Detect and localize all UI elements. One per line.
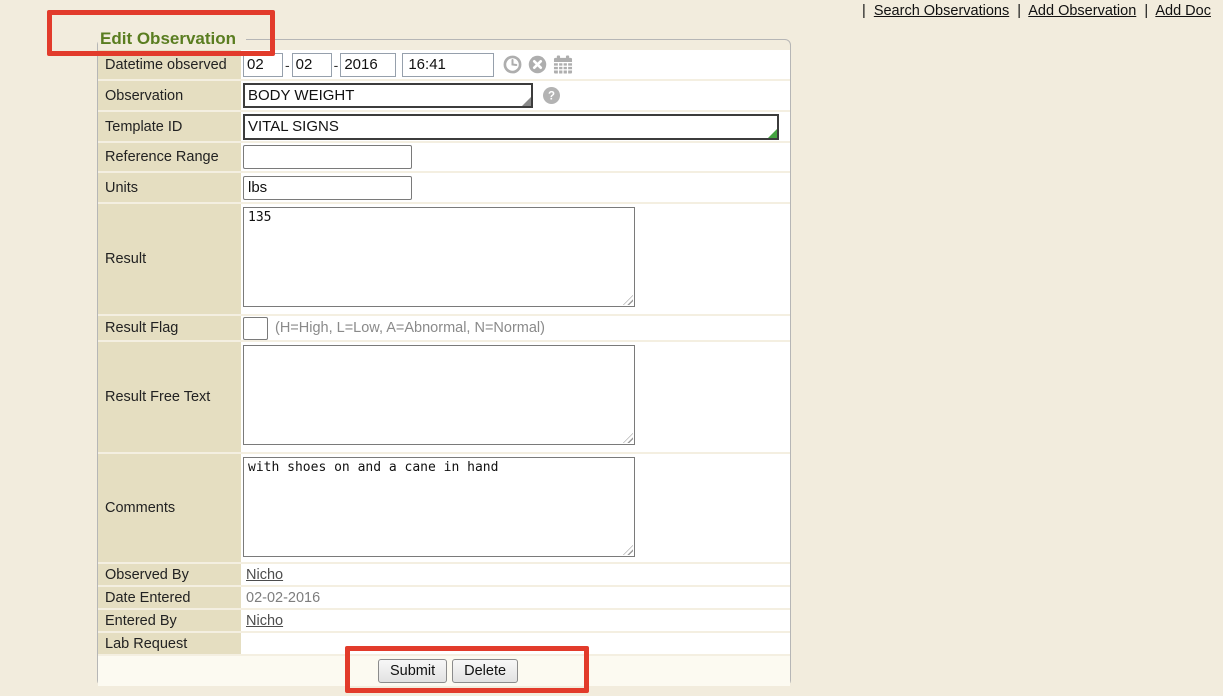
- date-separator: -: [285, 57, 290, 73]
- datetime-month-input[interactable]: [243, 53, 283, 77]
- observed-by-link[interactable]: Nicho: [246, 567, 283, 583]
- nav-link-add-observation[interactable]: Add Observation: [1028, 3, 1136, 19]
- nav-separator: |: [1017, 3, 1021, 19]
- form-rows: Datetime observed - -: [98, 50, 790, 686]
- row-datetime-observed: Datetime observed - -: [98, 50, 790, 81]
- nav-separator: |: [862, 3, 866, 19]
- comments-label: Comments: [98, 454, 241, 562]
- calendar-icon[interactable]: [553, 55, 573, 74]
- row-units: Units: [98, 173, 790, 204]
- date-entered-label: Date Entered: [98, 587, 241, 608]
- nav-link-add-document[interactable]: Add Doc: [1155, 3, 1211, 19]
- clock-icon[interactable]: [503, 55, 522, 74]
- result-flag-label: Result Flag: [98, 316, 241, 340]
- row-result-free-text: Result Free Text: [98, 342, 790, 454]
- submit-button[interactable]: Submit: [378, 659, 447, 683]
- reference-range-label: Reference Range: [98, 143, 241, 171]
- template-id-label: Template ID: [98, 112, 241, 141]
- reference-range-input[interactable]: [243, 145, 412, 169]
- observed-by-label: Observed By: [98, 564, 241, 585]
- datetime-day-input[interactable]: [292, 53, 332, 77]
- row-result: Result 135: [98, 204, 790, 316]
- result-label: Result: [98, 204, 241, 314]
- date-entered-value: 02-02-2016: [246, 590, 320, 606]
- comments-textarea[interactable]: with shoes on and a cane in hand: [243, 457, 635, 557]
- row-reference-range: Reference Range: [98, 143, 790, 173]
- nav-link-search-observations[interactable]: Search Observations: [874, 3, 1009, 19]
- row-result-flag: Result Flag (H=High, L=Low, A=Abnormal, …: [98, 316, 790, 342]
- delete-button[interactable]: Delete: [452, 659, 518, 683]
- row-observed-by: Observed By Nicho: [98, 564, 790, 587]
- result-flag-input[interactable]: [243, 317, 268, 340]
- clear-datetime-icon[interactable]: [528, 55, 547, 74]
- svg-text:?: ?: [548, 91, 555, 103]
- nav-separator: |: [1144, 3, 1148, 19]
- row-lab-request: Lab Request: [98, 633, 790, 656]
- result-free-text-textarea[interactable]: [243, 345, 635, 445]
- result-textarea[interactable]: 135: [243, 207, 635, 307]
- row-comments: Comments with shoes on and a cane in han…: [98, 454, 790, 564]
- observation-label: Observation: [98, 81, 241, 110]
- row-observation: Observation ?: [98, 81, 790, 112]
- result-flag-hint: (H=High, L=Low, A=Abnormal, N=Normal): [275, 320, 545, 336]
- datetime-observed-label: Datetime observed: [98, 50, 241, 79]
- row-date-entered: Date Entered 02-02-2016: [98, 587, 790, 610]
- datetime-time-input[interactable]: [402, 53, 494, 77]
- top-nav: | Search Observations | Add Observation …: [858, 3, 1211, 19]
- result-free-text-label: Result Free Text: [98, 342, 241, 452]
- entered-by-label: Entered By: [98, 610, 241, 631]
- datetime-year-input[interactable]: [340, 53, 396, 77]
- observation-input[interactable]: [243, 83, 533, 108]
- entered-by-link[interactable]: Nicho: [246, 613, 283, 629]
- observation-resize-handle[interactable]: [522, 97, 531, 106]
- template-id-input[interactable]: [243, 114, 779, 140]
- help-icon[interactable]: ?: [543, 87, 560, 104]
- edit-observation-panel: Edit Observation Datetime observed - -: [97, 39, 791, 686]
- units-label: Units: [98, 173, 241, 202]
- date-separator: -: [334, 57, 339, 73]
- row-template-id: Template ID: [98, 112, 790, 143]
- units-input[interactable]: [243, 176, 412, 200]
- page-title: Edit Observation: [98, 27, 246, 51]
- template-id-resize-handle[interactable]: [768, 129, 777, 138]
- form-footer: Submit Delete: [98, 656, 790, 686]
- row-entered-by: Entered By Nicho: [98, 610, 790, 633]
- lab-request-label: Lab Request: [98, 633, 241, 654]
